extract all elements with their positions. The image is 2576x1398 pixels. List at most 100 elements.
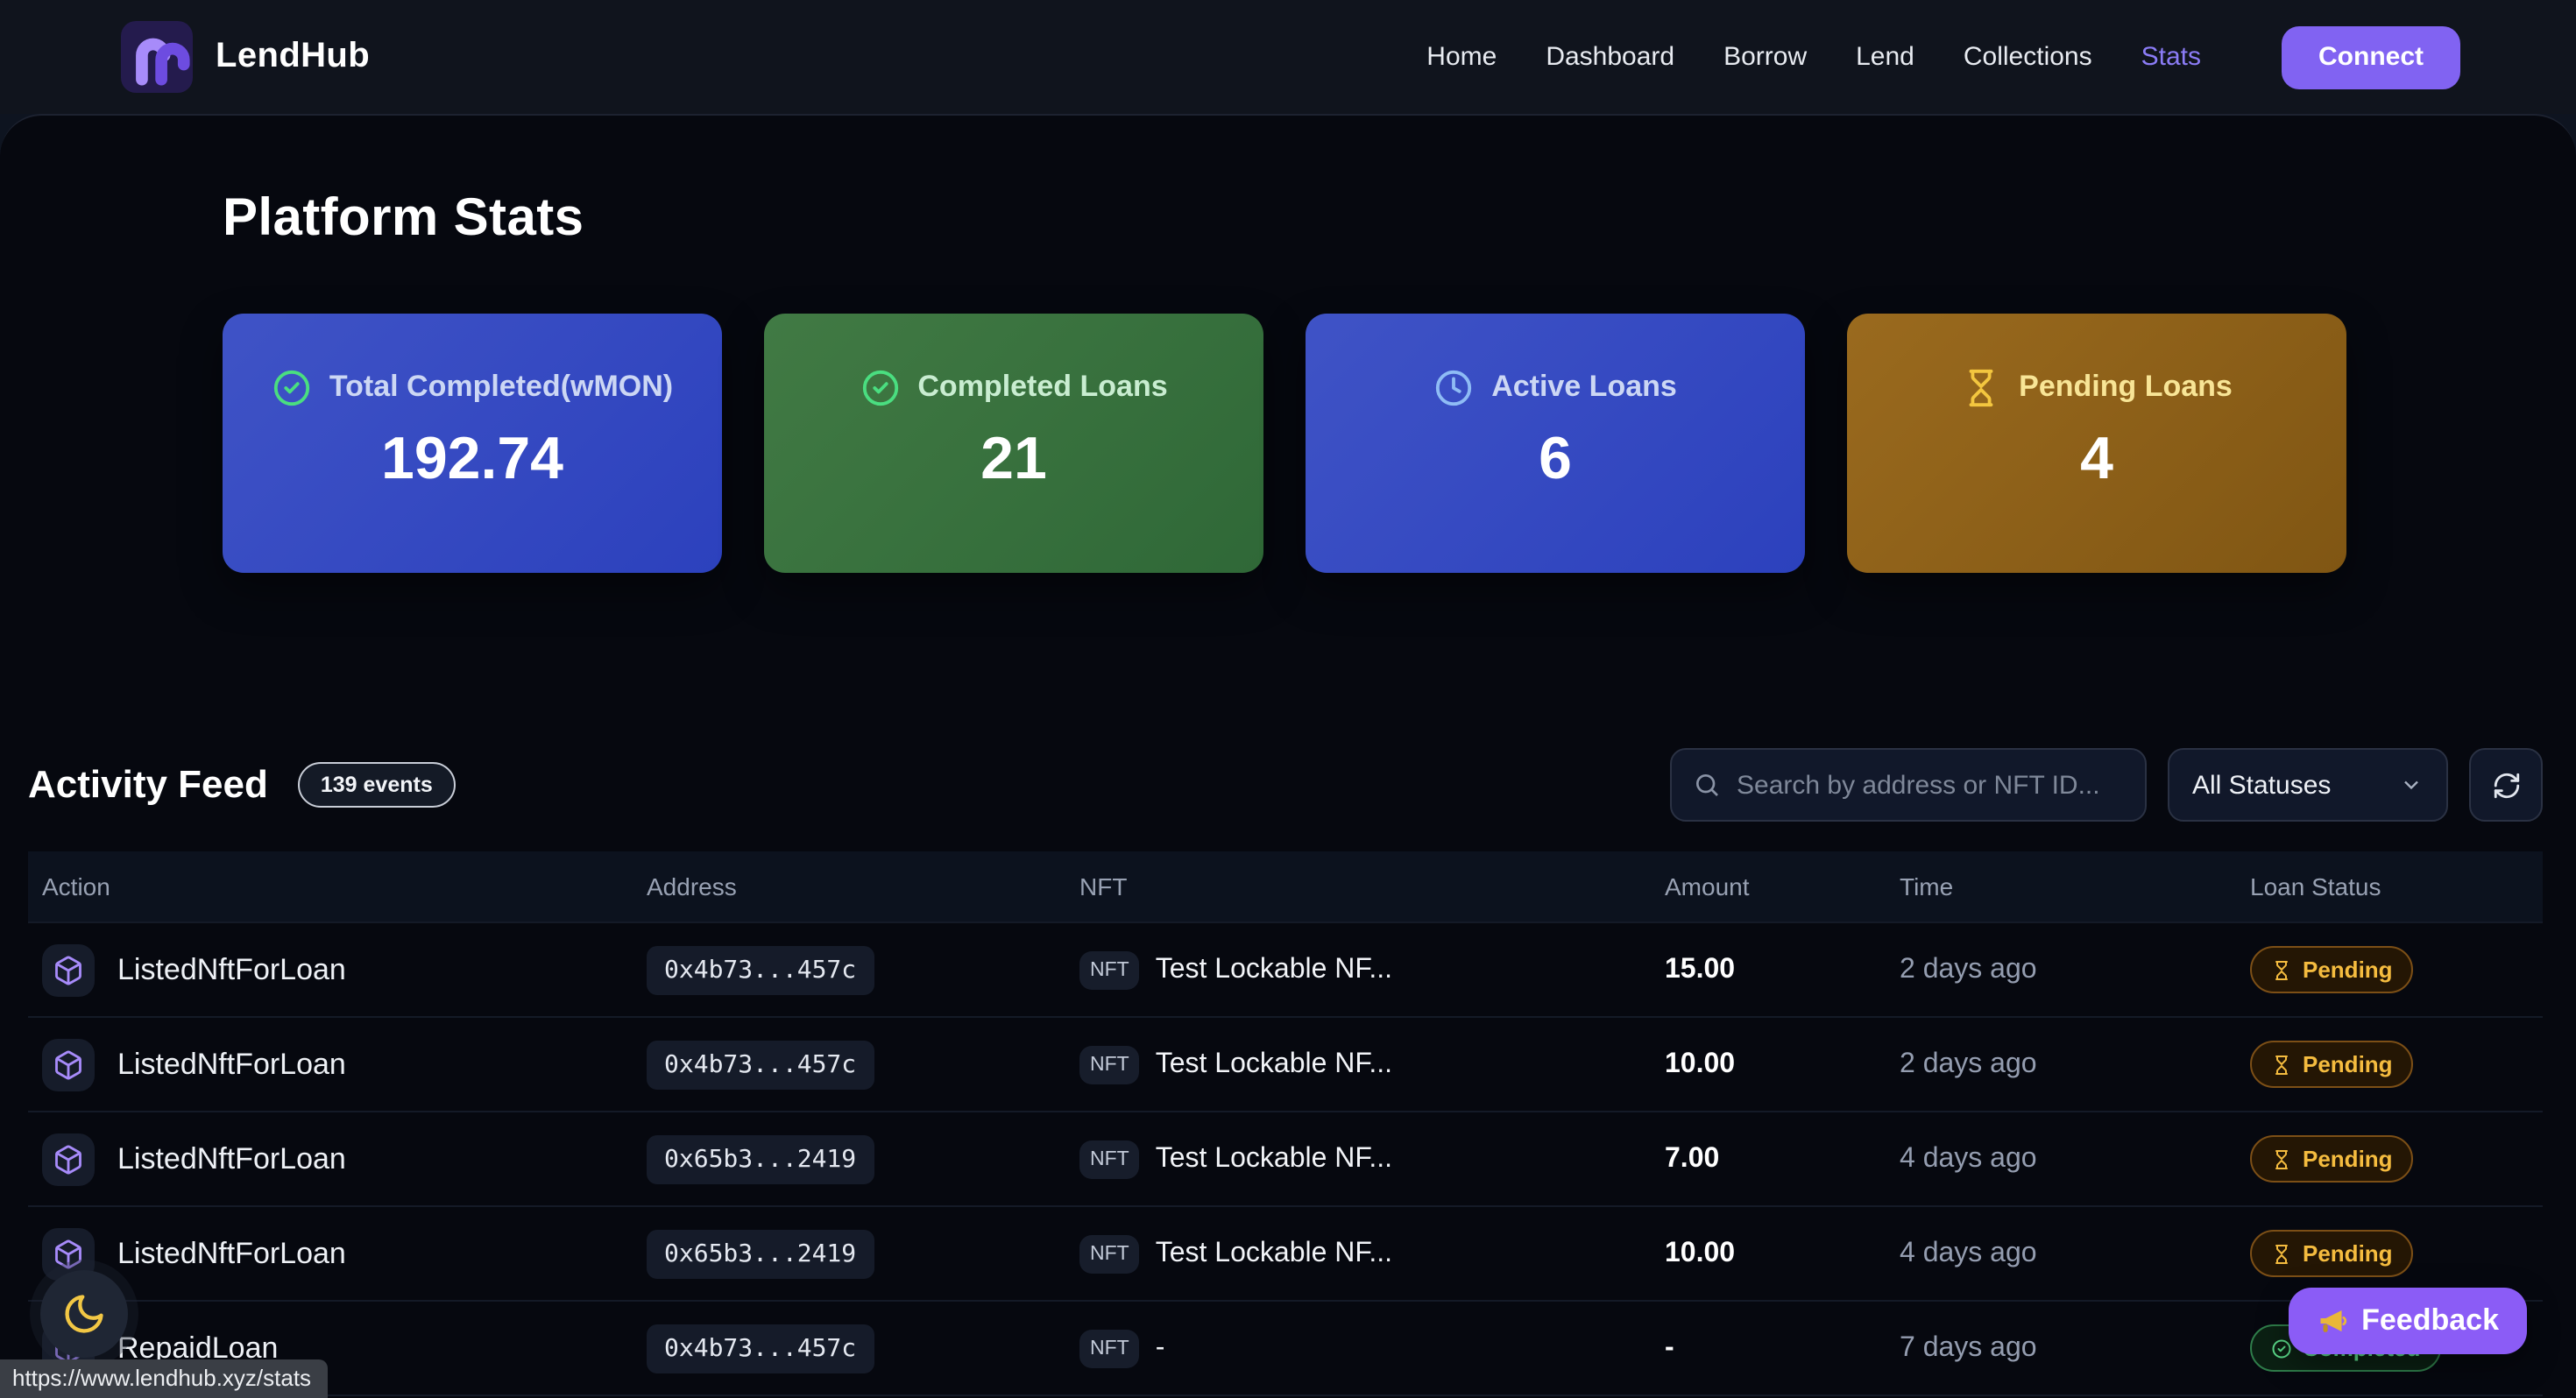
address-pill[interactable]: 0x65b3...2419 — [647, 1229, 874, 1278]
stat-card-value: 4 — [2080, 425, 2113, 493]
brand[interactable]: LendHub — [121, 21, 370, 93]
status-filter-value: All Statuses — [2192, 770, 2331, 800]
address-pill[interactable]: 0x4b73...457c — [647, 1040, 874, 1089]
stat-cards: Total Completed(wMON)192.74Completed Loa… — [223, 314, 2576, 573]
status-label: Pending — [2303, 1051, 2393, 1077]
check-circle-icon — [860, 368, 900, 408]
events-count-badge: 139 events — [298, 762, 456, 808]
search-input[interactable] — [1737, 770, 2124, 800]
status-filter-select[interactable]: All Statuses — [2168, 748, 2448, 822]
address-pill[interactable]: 0x4b73...457c — [647, 945, 874, 994]
nft-name: Test Lockable NF... — [1156, 1238, 1392, 1269]
nav-item-stats[interactable]: Stats — [2141, 42, 2201, 72]
amount-value: 7.00 — [1665, 1143, 1719, 1175]
package-icon — [42, 943, 95, 996]
table-row[interactable]: ListedNftForLoan 0x4b73...457c NFT Test Loc… — [28, 1016, 2543, 1111]
status-badge: Pending — [2250, 1041, 2414, 1088]
amount-value: - — [1665, 1332, 1674, 1364]
nft-tag: NFT — [1079, 950, 1140, 989]
time-value: 2 days ago — [1900, 954, 2037, 985]
nft-name: Test Lockable NF... — [1156, 1048, 1392, 1080]
table-row[interactable]: ListedNftForLoan 0x65b3...2419 NFT Test Loc… — [28, 1205, 2543, 1300]
nav-item-borrow[interactable]: Borrow — [1723, 42, 1807, 72]
column-header-nft: NFT — [1065, 872, 1651, 900]
stat-card-value: 6 — [1539, 425, 1572, 493]
table-row-partial[interactable] — [28, 1394, 2543, 1398]
column-header-time: Time — [1886, 872, 2236, 900]
refresh-icon — [2491, 770, 2521, 800]
top-nav: LendHub Home Dashboard Borrow Lend Collectio… — [0, 0, 2576, 114]
feedback-button[interactable]: Feedback — [2288, 1288, 2527, 1354]
time-value: 2 days ago — [1900, 1048, 2037, 1080]
nft-tag: NFT — [1079, 1045, 1140, 1084]
table-header: ActionAddressNFTAmountTimeLoan Status — [28, 851, 2543, 921]
hourglass-icon — [1961, 368, 2001, 408]
time-value: 4 days ago — [1900, 1143, 2037, 1175]
action-name: ListedNftForLoan — [117, 952, 346, 987]
status-label: Pending — [2303, 957, 2393, 983]
stat-card-label: Total Completed(wMON) — [329, 366, 673, 409]
column-header-loan-status: Loan Status — [2236, 872, 2543, 900]
refresh-button[interactable] — [2469, 748, 2543, 822]
stat-card-total-completed-wmon-: Total Completed(wMON)192.74 — [223, 314, 722, 573]
activity-title-group: Activity Feed 139 events — [28, 762, 456, 808]
nft-tag: NFT — [1079, 1234, 1140, 1273]
time-value: 4 days ago — [1900, 1238, 2037, 1269]
stat-card-active-loans: Active Loans 6 — [1306, 314, 1805, 573]
status-label: Pending — [2303, 1146, 2393, 1172]
table-body: ListedNftForLoan 0x4b73...457c NFT Test Loc… — [28, 921, 2543, 1398]
megaphone-icon — [2316, 1305, 2347, 1337]
action-name: ListedNftForLoan — [117, 1236, 346, 1271]
chevron-down-icon — [2399, 773, 2424, 797]
action-name: ListedNftForLoan — [117, 1141, 346, 1176]
column-header-amount: Amount — [1651, 872, 1886, 900]
feedback-label: Feedback — [2361, 1303, 2499, 1338]
activity-controls: All Statuses — [1670, 748, 2543, 822]
search-box[interactable] — [1670, 748, 2147, 822]
address-pill[interactable]: 0x4b73...457c — [647, 1324, 874, 1373]
check-circle-icon — [272, 368, 312, 408]
page: LendHub Home Dashboard Borrow Lend Collectio… — [0, 0, 2576, 1398]
action-name: ListedNftForLoan — [117, 1047, 346, 1082]
nav-item-lend[interactable]: Lend — [1856, 42, 1914, 72]
table-row[interactable]: RepaidLoan0x4b73...457cNFT--7 days agoCo… — [28, 1300, 2543, 1394]
nft-tag: NFT — [1079, 1329, 1140, 1367]
status-badge: Pending — [2250, 1135, 2414, 1183]
brand-name: LendHub — [216, 37, 370, 77]
time-value: 7 days ago — [1900, 1332, 2037, 1364]
clock-icon — [1433, 368, 1474, 408]
nft-name: Test Lockable NF... — [1156, 954, 1392, 985]
status-label: Pending — [2303, 1240, 2393, 1267]
table-row[interactable]: ListedNftForLoan 0x65b3...2419 NFT Test Loc… — [28, 1111, 2543, 1205]
nav-item-dashboard[interactable]: Dashboard — [1546, 42, 1674, 72]
url-status-tooltip: https://www.lendhub.xyz/stats — [0, 1359, 327, 1398]
column-header-action: Action — [28, 872, 633, 900]
status-badge: Pending — [2250, 1230, 2414, 1277]
amount-value: 15.00 — [1665, 954, 1735, 985]
stat-card-value: 21 — [980, 425, 1047, 493]
nav-item-collections[interactable]: Collections — [1964, 42, 2092, 72]
activity-header: Activity Feed 139 events All Statuses — [28, 748, 2543, 822]
package-icon — [42, 1038, 95, 1091]
activity-feed-title: Activity Feed — [28, 762, 268, 808]
stat-card-label: Completed Loans — [917, 366, 1167, 409]
search-icon — [1693, 771, 1721, 799]
table-row[interactable]: ListedNftForLoan 0x4b73...457c NFT Test Loc… — [28, 921, 2543, 1016]
activity-table: ActionAddressNFTAmountTimeLoan Status Li… — [28, 851, 2543, 1398]
dark-mode-toggle[interactable] — [40, 1270, 128, 1358]
nft-tag: NFT — [1079, 1140, 1140, 1178]
amount-value: 10.00 — [1665, 1048, 1735, 1080]
stat-card-label: Pending Loans — [2019, 366, 2233, 409]
nav-items: Home Dashboard Borrow Lend Collections Stats C… — [1426, 25, 2460, 88]
status-badge: Pending — [2250, 946, 2414, 993]
package-icon — [42, 1133, 95, 1185]
connect-button[interactable]: Connect — [2282, 25, 2460, 88]
stat-card-label: Active Loans — [1491, 366, 1677, 409]
stat-card-completed-loans: Completed Loans 21 — [764, 314, 1263, 573]
main-panel: Platform Stats Total Completed(wMON)192.… — [0, 114, 2576, 1398]
stat-card-pending-loans: Pending Loans 4 — [1847, 314, 2346, 573]
address-pill[interactable]: 0x65b3...2419 — [647, 1134, 874, 1183]
page-title: Platform Stats — [223, 189, 2576, 249]
nav-item-home[interactable]: Home — [1426, 42, 1497, 72]
nft-name: Test Lockable NF... — [1156, 1143, 1392, 1175]
